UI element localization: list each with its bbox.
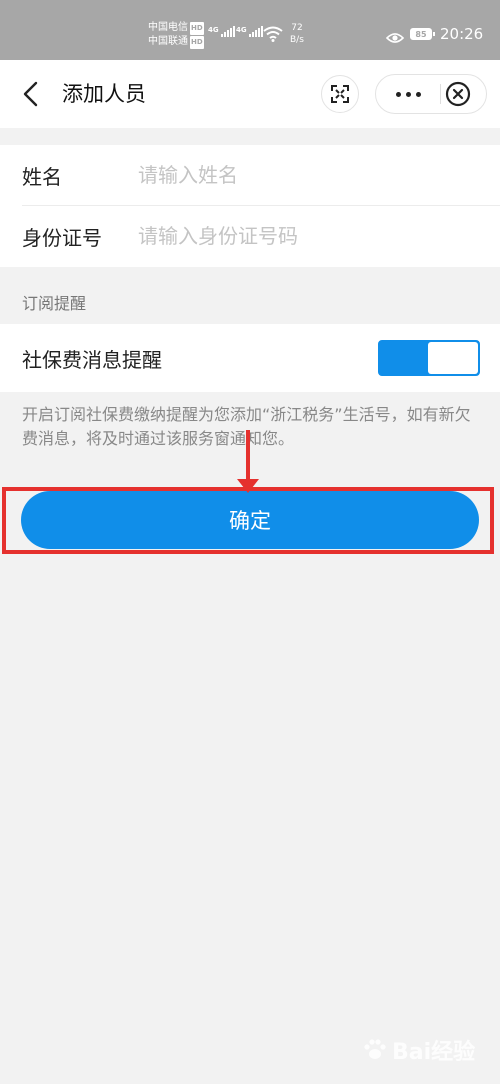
status-bar: 中国电信 HD 中国联通 HD 4G 4G 72 B/s 85 20:26 xyxy=(0,0,500,60)
carrier-info: 中国电信 HD 中国联通 HD xyxy=(148,21,204,49)
toggle-knob xyxy=(428,342,478,374)
battery-icon: 85 xyxy=(410,28,435,40)
confirm-button[interactable]: 确定 xyxy=(21,491,479,549)
more-icon[interactable] xyxy=(376,75,440,113)
hd-badge: HD xyxy=(190,22,204,35)
close-icon[interactable] xyxy=(444,80,472,108)
scan-button[interactable] xyxy=(321,75,359,113)
paw-icon xyxy=(364,1039,386,1059)
page-title: 添加人员 xyxy=(62,82,146,106)
back-icon[interactable] xyxy=(18,80,46,108)
signal-icon: 4G xyxy=(208,26,235,37)
id-number-row: 身份证号 xyxy=(0,206,500,267)
clock: 20:26 xyxy=(440,25,484,43)
watermark: Bai经验 xyxy=(362,1028,492,1072)
reminder-toggle[interactable] xyxy=(378,340,480,376)
carrier-2-label: 中国联通 xyxy=(148,36,188,47)
id-number-input[interactable] xyxy=(138,218,478,254)
reminder-label: 社保费消息提醒 xyxy=(22,348,162,372)
reminder-row: 社保费消息提醒 xyxy=(0,324,500,392)
person-form: 姓名 身份证号 xyxy=(0,145,500,267)
hd-badge: HD xyxy=(190,36,204,49)
wifi-icon xyxy=(263,26,283,46)
signal-icon: 4G xyxy=(236,26,263,37)
name-row: 姓名 xyxy=(0,145,500,206)
reminder-note: 开启订阅社保费缴纳提醒为您添加“浙江税务”生活号，如有新欠费消息，将及时通过该服… xyxy=(22,405,471,448)
section-title: 订阅提醒 xyxy=(22,294,87,313)
name-input[interactable] xyxy=(138,157,478,193)
capsule-divider xyxy=(440,84,441,104)
mini-program-capsule xyxy=(375,74,487,114)
carrier-1-label: 中国电信 xyxy=(148,22,188,33)
eye-icon xyxy=(385,29,405,48)
id-number-label: 身份证号 xyxy=(22,226,102,250)
nav-bar: 添加人员 xyxy=(0,60,500,128)
watermark-text: Bai经验 xyxy=(392,1040,476,1065)
scan-icon xyxy=(331,85,349,103)
network-speed: 72 B/s xyxy=(290,23,304,45)
name-label: 姓名 xyxy=(22,165,62,189)
